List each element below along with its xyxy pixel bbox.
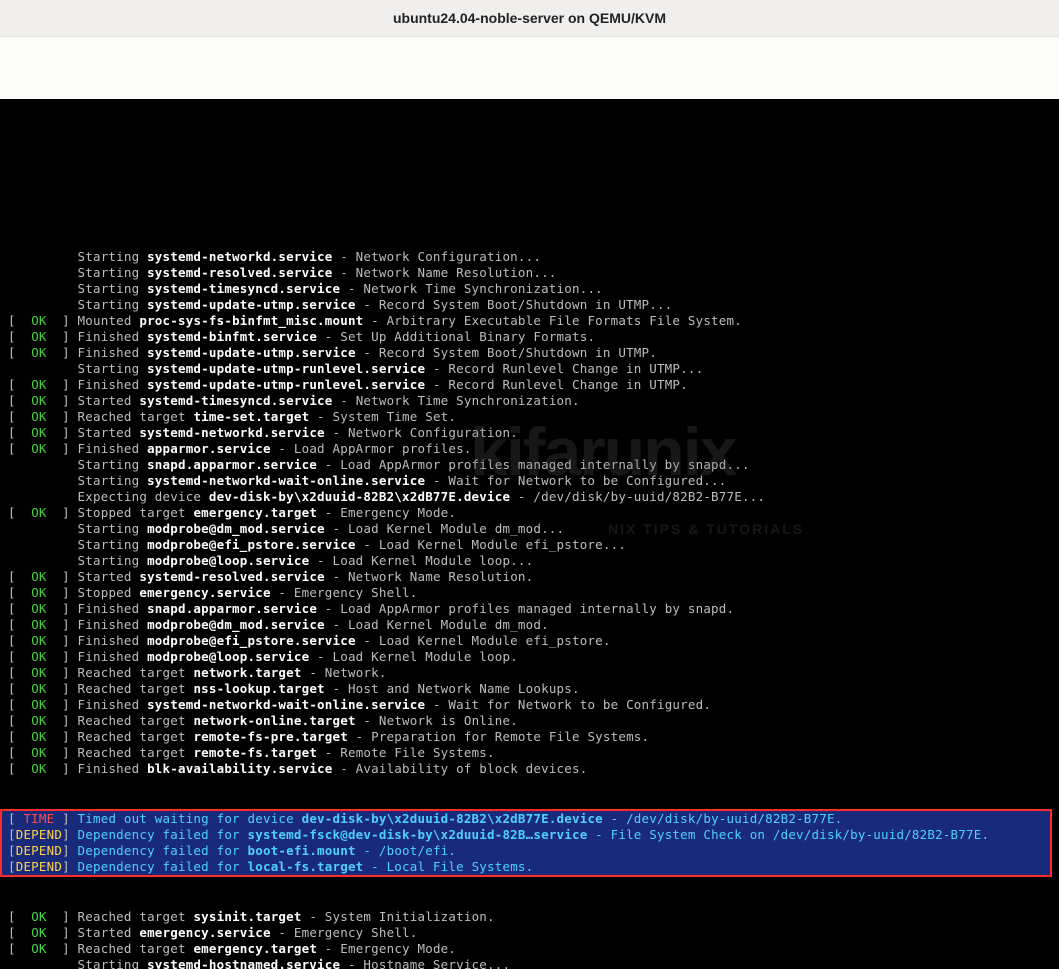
boot-log-line: [ OK ] Reached target emergency.target -… [8,941,1051,957]
boot-error-line: [DEPEND] Dependency failed for boot-efi.… [8,843,1044,859]
window-titlebar[interactable]: ubuntu24.04-noble-server on QEMU/KVM [0,0,1059,36]
boot-log-line: [ OK ] Started systemd-resolved.service … [8,569,1051,585]
boot-error-line: [DEPEND] Dependency failed for systemd-f… [8,827,1044,843]
boot-log-line: [ OK ] Reached target remote-fs-pre.targ… [8,729,1051,745]
boot-log-line: [ OK ] Started systemd-timesyncd.service… [8,393,1051,409]
boot-log-line: [ OK ] Reached target time-set.target - … [8,409,1051,425]
boot-log-line: [ OK ] Finished systemd-binfmt.service -… [8,329,1051,345]
boot-error-line: [DEPEND] Dependency failed for local-fs.… [8,859,1044,875]
boot-log-line: [ OK ] Started emergency.service - Emerg… [8,925,1051,941]
boot-log-line: [ OK ] Finished systemd-update-utmp.serv… [8,345,1051,361]
boot-log-line: [ OK ] Finished snapd.apparmor.service -… [8,601,1051,617]
boot-log-line: [ OK ] Finished modprobe@loop.service - … [8,649,1051,665]
window-title: ubuntu24.04-noble-server on QEMU/KVM [393,10,666,26]
boot-log-line: Starting systemd-networkd-wait-online.se… [8,473,1051,489]
boot-log-line: Starting systemd-update-utmp-runlevel.se… [8,361,1051,377]
boot-log-line: Starting modprobe@loop.service - Load Ke… [8,553,1051,569]
boot-log-line: [ OK ] Reached target network.target - N… [8,665,1051,681]
boot-log-line: [ OK ] Finished apparmor.service - Load … [8,441,1051,457]
boot-log-line: Expecting device dev-disk-by\x2duuid-82B… [8,489,1051,505]
boot-log-line: [ OK ] Finished systemd-networkd-wait-on… [8,697,1051,713]
boot-log-line: [ OK ] Reached target sysinit.target - S… [8,909,1051,925]
boot-error-block: [ TIME ] Timed out waiting for device de… [0,809,1052,877]
window-toolbar [0,36,1059,99]
boot-log-line: Starting modprobe@efi_pstore.service - L… [8,537,1051,553]
boot-log-line: [ OK ] Started systemd-networkd.service … [8,425,1051,441]
boot-log-line: Starting systemd-update-utmp.service - R… [8,297,1051,313]
boot-log-block: Starting systemd-networkd.service - Netw… [8,249,1051,777]
boot-log-line: Starting modprobe@dm_mod.service - Load … [8,521,1051,537]
boot-log-line: [ OK ] Finished systemd-update-utmp-runl… [8,377,1051,393]
boot-log-line: [ OK ] Stopped emergency.service - Emerg… [8,585,1051,601]
boot-log-line: Starting systemd-hostnamed.service - Hos… [8,957,1051,969]
boot-log-line: Starting snapd.apparmor.service - Load A… [8,457,1051,473]
boot-log-line: [ OK ] Mounted proc-sys-fs-binfmt_misc.m… [8,313,1051,329]
boot-error-line: [ TIME ] Timed out waiting for device de… [8,811,1044,827]
boot-log-line: [ OK ] Finished modprobe@efi_pstore.serv… [8,633,1051,649]
boot-log-line: Starting systemd-timesyncd.service - Net… [8,281,1051,297]
boot-post-block: [ OK ] Reached target sysinit.target - S… [8,909,1051,969]
boot-log-line: Starting systemd-resolved.service - Netw… [8,265,1051,281]
boot-log-line: [ OK ] Finished modprobe@dm_mod.service … [8,617,1051,633]
boot-log-line: [ OK ] Stopped target emergency.target -… [8,505,1051,521]
terminal-viewport[interactable]: kifarunix NIX TIPS & TUTORIALS Starting … [0,99,1059,969]
boot-log-line: [ OK ] Reached target remote-fs.target -… [8,745,1051,761]
boot-log-line: [ OK ] Reached target network-online.tar… [8,713,1051,729]
boot-log-line: [ OK ] Finished blk-availability.service… [8,761,1051,777]
boot-log-line: Starting systemd-networkd.service - Netw… [8,249,1051,265]
boot-log-line: [ OK ] Reached target nss-lookup.target … [8,681,1051,697]
